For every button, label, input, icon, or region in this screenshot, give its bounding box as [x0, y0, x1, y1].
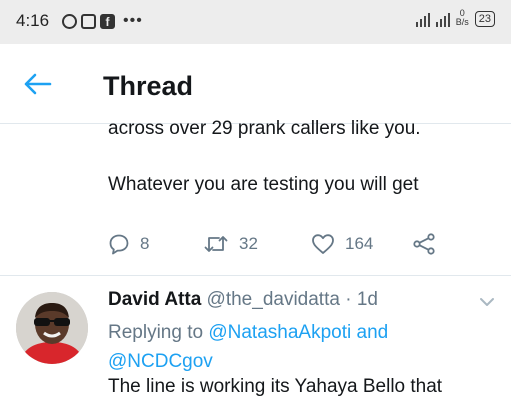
- reply-button[interactable]: 8: [108, 233, 149, 255]
- reply-count: 8: [140, 234, 150, 253]
- replying-to: Replying to @NatashaAkpoti and @NCDCgov: [108, 318, 508, 376]
- retweet-count: 32: [239, 234, 258, 253]
- battery-indicator: 23: [474, 11, 495, 27]
- like-count: 164: [345, 234, 374, 253]
- heart-icon: [312, 234, 334, 254]
- arrow-left-icon[interactable]: [22, 72, 52, 96]
- image-icon: [81, 13, 96, 29]
- tweet-text-line: across over 29 prank callers like you.: [108, 118, 421, 139]
- thread-header: Thread: [0, 44, 511, 124]
- like-button[interactable]: 164: [311, 233, 373, 255]
- more-notifications-icon: •••: [123, 12, 143, 29]
- chevron-down-icon[interactable]: [478, 295, 496, 309]
- facebook-icon: f: [100, 13, 115, 29]
- avatar[interactable]: [16, 292, 88, 364]
- tweet-text: The line is working its Yahaya Bello tha…: [108, 376, 443, 397]
- reply-icon: [109, 234, 129, 255]
- tweet-actions: 8 32 164: [108, 233, 448, 259]
- share-icon: [413, 233, 435, 255]
- meta-separator: ·: [345, 289, 352, 310]
- retweet-icon: [204, 236, 228, 252]
- replying-prefix: Replying to: [108, 322, 204, 343]
- status-bar: 4:16 f ••• 0 B/s 23: [0, 0, 511, 44]
- signal-icon: [415, 9, 430, 27]
- net-speed: 0 B/s: [456, 9, 469, 27]
- mention-link[interactable]: @NatashaAkpoti: [208, 322, 351, 343]
- page-title: Thread: [103, 71, 194, 101]
- author-handle[interactable]: @the_davidatta: [207, 289, 340, 310]
- mention-link[interactable]: @NCDCgov: [108, 351, 213, 372]
- signal-2-icon: [435, 9, 450, 27]
- tweet-text-line: Whatever you are testing you will get: [108, 174, 419, 195]
- tweet-time: 1d: [356, 289, 378, 310]
- net-speed-unit: B/s: [455, 17, 469, 27]
- chat-icon: [62, 13, 77, 29]
- status-time: 4:16: [16, 11, 50, 30]
- notification-icons: f •••: [62, 12, 143, 30]
- author-name[interactable]: David Atta: [108, 289, 201, 310]
- avatar-image: [16, 292, 88, 364]
- tweet-divider: [0, 275, 511, 276]
- share-button[interactable]: [412, 233, 436, 255]
- status-right: 0 B/s 23: [415, 9, 495, 27]
- tweet-author: David Atta @the_davidatta · 1d: [108, 289, 378, 311]
- retweet-button[interactable]: 32: [203, 233, 258, 255]
- and-word[interactable]: and: [357, 322, 389, 343]
